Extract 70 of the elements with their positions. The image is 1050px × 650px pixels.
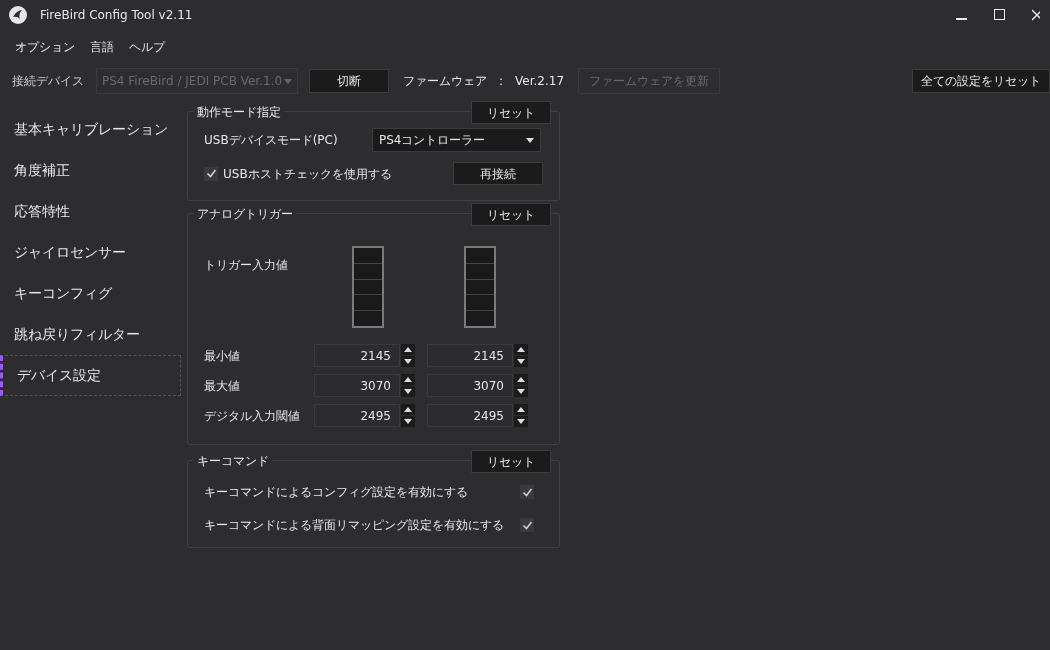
reconnect-button[interactable]: 再接続 xyxy=(453,162,543,185)
group-title: アナログトリガー xyxy=(194,205,296,223)
decrement-button[interactable] xyxy=(401,416,415,427)
increment-button[interactable] xyxy=(514,344,528,355)
device-label: 接続デバイス xyxy=(12,73,84,90)
sidebar-item[interactable]: 角度補正 xyxy=(0,150,181,191)
number-field[interactable]: 2495 xyxy=(427,404,513,427)
decrement-button[interactable] xyxy=(401,356,415,367)
down-triangle-icon xyxy=(517,389,525,394)
host-check-label: USBホストチェックを使用する xyxy=(223,165,393,183)
reset-button[interactable]: リセット xyxy=(471,203,551,226)
up-triangle-icon xyxy=(517,347,525,352)
reset-button[interactable]: リセット xyxy=(471,101,551,124)
setting-label: デジタル入力閾値 xyxy=(204,407,301,425)
number-field[interactable]: 3070 xyxy=(427,374,513,397)
menu-item[interactable]: オプション xyxy=(15,37,75,56)
down-triangle-icon xyxy=(517,419,525,424)
firmware-version: Ver.2.17 xyxy=(515,73,565,90)
decrement-button[interactable] xyxy=(514,386,528,397)
increment-button[interactable] xyxy=(514,374,528,385)
checkbox[interactable] xyxy=(520,485,534,499)
firmware-separator: : xyxy=(499,73,504,90)
number-field[interactable]: 3070 xyxy=(314,374,400,397)
sidebar-item[interactable]: 跳ね戻りフィルター xyxy=(0,314,181,355)
group-title: 動作モード指定 xyxy=(194,103,284,121)
decrement-button[interactable] xyxy=(514,356,528,367)
option-label: キーコマンドによるコンフィグ設定を有効にする xyxy=(204,484,469,501)
app-logo-icon xyxy=(8,5,28,25)
number-field[interactable]: 2145 xyxy=(314,344,400,367)
menu-item[interactable]: ヘルプ xyxy=(129,37,165,56)
maximize-icon[interactable] xyxy=(994,9,1006,21)
setting-label: 最大値 xyxy=(204,377,241,395)
sidebar-item[interactable]: デバイス設定 xyxy=(0,355,181,396)
checkbox[interactable] xyxy=(204,166,218,181)
decrement-button[interactable] xyxy=(514,416,528,427)
up-triangle-icon xyxy=(404,347,412,352)
down-triangle-icon xyxy=(517,359,525,364)
usb-mode-label: USBデバイスモード(PC) xyxy=(204,132,339,149)
increment-button[interactable] xyxy=(514,404,528,415)
increment-button[interactable] xyxy=(401,404,415,415)
up-triangle-icon xyxy=(404,407,412,412)
close-icon[interactable] xyxy=(1032,9,1040,21)
decrement-button[interactable] xyxy=(401,386,415,397)
caret-icon xyxy=(526,137,534,143)
down-triangle-icon xyxy=(404,419,412,424)
reset-button[interactable]: リセット xyxy=(471,450,551,473)
sidebar-item[interactable]: キーコンフィグ xyxy=(0,273,181,314)
trigger-input-label: トリガー入力値 xyxy=(204,257,289,274)
disconnect-button[interactable]: 切断 xyxy=(309,69,389,93)
usb-mode-dropdown[interactable]: PS4コントローラー xyxy=(372,128,541,152)
down-triangle-icon xyxy=(404,359,412,364)
number-field[interactable]: 2495 xyxy=(314,404,400,427)
number-field[interactable]: 2145 xyxy=(427,344,513,367)
up-triangle-icon xyxy=(517,377,525,382)
up-triangle-icon xyxy=(404,377,412,382)
up-triangle-icon xyxy=(517,407,525,412)
reset-all-button[interactable]: 全ての設定をリセット xyxy=(912,69,1050,93)
firmware-label: ファームウェア xyxy=(403,73,487,90)
increment-button[interactable] xyxy=(401,344,415,355)
sidebar-item[interactable]: ジャイロセンサー xyxy=(0,232,181,273)
menu-item[interactable]: 言語 xyxy=(90,37,114,56)
window-title: FireBird Config Tool v2.11 xyxy=(40,7,193,24)
caret-icon xyxy=(284,78,292,84)
sidebar-item[interactable]: 応答特性 xyxy=(0,191,181,232)
option-label: キーコマンドによる背面リマッピング設定を有効にする xyxy=(204,517,505,534)
setting-label: 最小値 xyxy=(204,347,241,365)
sidebar-item[interactable]: 基本キャリブレーション xyxy=(0,109,181,150)
checkbox[interactable] xyxy=(520,518,534,532)
increment-button[interactable] xyxy=(401,374,415,385)
down-triangle-icon xyxy=(404,389,412,394)
